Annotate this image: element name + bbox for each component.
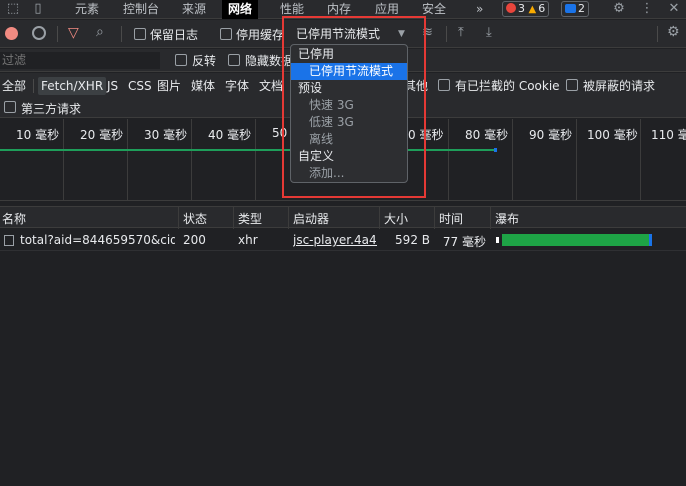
message-icon: [565, 4, 576, 13]
type-fetch-xhr[interactable]: Fetch/XHR: [38, 77, 107, 95]
request-type: xhr: [238, 233, 258, 247]
type-font[interactable]: 字体: [225, 77, 249, 95]
timeline-tick: 30 毫秒: [144, 128, 188, 142]
timeline-tick: 90 毫秒: [529, 128, 573, 142]
search-icon[interactable]: ⌕: [96, 24, 104, 40]
request-initiator-link[interactable]: jsc-player.4a4...: [293, 233, 377, 247]
clear-icon[interactable]: [32, 26, 46, 40]
grid-line: [255, 119, 256, 201]
waterfall-queue-mark: [496, 237, 499, 243]
hide-data-urls-checkbox[interactable]: [228, 54, 240, 66]
column-time[interactable]: 时间: [439, 210, 463, 227]
network-settings-gear-icon[interactable]: ⚙: [667, 24, 680, 40]
column-size[interactable]: 大小: [384, 210, 408, 227]
toolbar-divider: [57, 26, 58, 42]
timeline-tick: 10 毫秒: [16, 128, 60, 142]
request-time: 77 毫秒: [442, 235, 486, 249]
waterfall-download-mark: [649, 234, 652, 246]
warning-icon: ▲: [528, 4, 537, 15]
tab-network[interactable]: 网络: [222, 0, 259, 19]
toolbar-divider: [121, 26, 122, 42]
preserve-log-checkbox[interactable]: [134, 28, 146, 40]
request-name[interactable]: total?aid=844659570&cid...: [20, 233, 175, 247]
column-waterfall[interactable]: 瀑布: [495, 210, 519, 227]
grid-line: [448, 119, 449, 201]
column-initiator[interactable]: 启动器: [293, 210, 329, 227]
tab-sources[interactable]: 来源: [182, 0, 206, 19]
grid-line: [512, 119, 513, 201]
toolbar-divider: [446, 26, 447, 42]
request-size: 592 B: [395, 233, 430, 247]
type-all[interactable]: 全部: [2, 77, 26, 95]
settings-gear-icon[interactable]: ⚙: [611, 1, 627, 17]
grid-line: [191, 119, 192, 201]
error-count-badge[interactable]: 3 ▲ 6: [502, 1, 550, 17]
table-row[interactable]: total?aid=844659570&cid... 200 xhr jsc-p…: [0, 229, 686, 251]
type-img[interactable]: 图片: [157, 77, 181, 95]
third-party-checkbox[interactable]: [4, 101, 16, 113]
timeline-tick: 20 毫秒: [80, 128, 124, 142]
filter-input[interactable]: [0, 52, 160, 69]
column-name[interactable]: 名称: [2, 210, 26, 227]
tab-console[interactable]: 控制台: [123, 0, 159, 19]
grid-line: [63, 119, 64, 201]
filter-icon[interactable]: ▽: [68, 25, 79, 41]
more-options-icon[interactable]: ⋮: [639, 1, 655, 17]
timeline-request-end: [494, 148, 497, 152]
request-table-header: 名称 状态 类型 启动器 大小 时间 瀑布: [0, 206, 686, 228]
error-icon: [506, 3, 516, 13]
timeline-tick: 100 毫秒: [587, 128, 638, 142]
highlight-annotation-box: [282, 16, 426, 198]
preserve-log-label: 保留日志: [150, 28, 199, 42]
device-toolbar-icon[interactable]: ▯: [30, 1, 46, 17]
third-party-label: 第三方请求: [21, 102, 82, 116]
timeline-tick: 40 毫秒: [208, 128, 252, 142]
inspect-element-icon[interactable]: ⬚: [5, 1, 21, 17]
type-media[interactable]: 媒体: [191, 77, 215, 95]
document-icon: [4, 235, 14, 246]
request-status: 200: [183, 233, 206, 247]
waterfall-bar[interactable]: [502, 234, 649, 246]
grid-line: [576, 119, 577, 201]
request-table-body: total?aid=844659570&cid... 200 xhr jsc-p…: [0, 229, 686, 486]
type-doc[interactable]: 文档: [259, 77, 283, 95]
blocked-requests-label: 被屏蔽的请求: [583, 79, 656, 93]
export-har-icon[interactable]: ⤓: [486, 25, 492, 40]
blocked-cookies-checkbox[interactable]: [438, 79, 450, 91]
invert-label: 反转: [192, 54, 217, 68]
more-tabs-icon[interactable]: »: [476, 0, 483, 19]
import-har-icon[interactable]: ⤒: [458, 25, 464, 40]
column-status[interactable]: 状态: [183, 210, 207, 227]
invert-checkbox[interactable]: [175, 54, 187, 66]
toolbar-divider: [657, 26, 658, 42]
record-icon[interactable]: [5, 27, 18, 40]
blocked-requests-checkbox[interactable]: [566, 79, 578, 91]
message-count-badge[interactable]: 2: [561, 1, 589, 17]
type-divider: [33, 79, 34, 93]
grid-line: [127, 119, 128, 201]
grid-line: [640, 119, 641, 201]
timeline-tick: 80 毫秒: [465, 128, 509, 142]
disable-cache-checkbox[interactable]: [220, 28, 232, 40]
timeline-tick: 110 毫秒: [651, 128, 686, 142]
tab-elements[interactable]: 元素: [75, 0, 99, 19]
column-type[interactable]: 类型: [238, 210, 262, 227]
close-icon[interactable]: ✕: [666, 1, 682, 17]
blocked-cookies-label: 有已拦截的 Cookie: [455, 79, 560, 93]
type-js[interactable]: JS: [107, 77, 118, 95]
disable-cache-label: 停用缓存: [236, 28, 285, 42]
type-css[interactable]: CSS: [128, 77, 152, 95]
